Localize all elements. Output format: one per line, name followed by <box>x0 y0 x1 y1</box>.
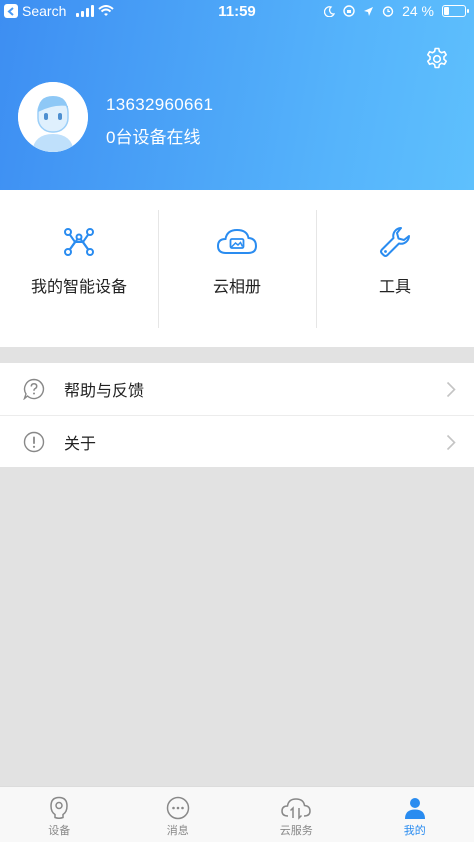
tool-label: 工具 <box>378 279 411 296</box>
tab-label: 设备 <box>48 825 71 837</box>
help-icon <box>23 378 45 400</box>
smart-device-icon <box>64 228 94 256</box>
settings-list: 帮助与反馈 关于 <box>0 363 474 467</box>
battery-icon <box>442 5 469 17</box>
tool-label: 我的智能设备 <box>30 279 127 296</box>
tab-mine[interactable]: 我的 <box>356 787 474 842</box>
tab-label: 云服务 <box>279 825 313 837</box>
user-icon <box>404 798 425 819</box>
info-icon <box>23 431 45 452</box>
tool-cloud-album[interactable]: 云相册 <box>158 190 316 347</box>
phone-number: 13632960661 <box>106 95 214 114</box>
cloud-service-icon <box>281 798 312 820</box>
moon-icon <box>324 5 336 17</box>
menu-item-help-feedback[interactable]: 帮助与反馈 <box>0 363 474 415</box>
avatar-face-icon <box>18 82 88 152</box>
bottom-tab-bar: 设备 消息 云服务 我的 <box>0 786 474 842</box>
menu-item-label: 关于 <box>64 435 97 453</box>
location-icon <box>364 6 374 16</box>
status-bar: Search 11:59 24 % <box>0 0 474 24</box>
battery-fill <box>444 7 449 15</box>
tab-cloud-service[interactable]: 云服务 <box>237 787 356 842</box>
settings-gear-icon[interactable] <box>425 47 449 71</box>
status-right: 24 % <box>324 3 469 19</box>
menu-item-label: 帮助与反馈 <box>64 383 145 400</box>
tool-label: 云相册 <box>212 279 261 296</box>
tools-grid: 我的智能设备 云相册 工具 <box>0 190 474 347</box>
menu-item-about[interactable]: 关于 <box>0 415 474 467</box>
battery-percent: 24 % <box>402 3 434 19</box>
tab-label: 消息 <box>166 825 189 837</box>
devices-online-count: 0台设备在线 <box>106 128 201 147</box>
avatar[interactable] <box>18 82 88 152</box>
tab-messages[interactable]: 消息 <box>119 787 238 842</box>
chevron-right-icon <box>446 381 456 398</box>
tab-devices[interactable]: 设备 <box>0 787 119 842</box>
rotation-lock-icon <box>343 5 355 17</box>
camera-icon <box>50 796 69 819</box>
tool-tools[interactable]: 工具 <box>316 190 474 347</box>
wrench-icon <box>380 227 410 257</box>
tab-label: 我的 <box>403 825 426 837</box>
alarm-icon <box>382 6 394 17</box>
chevron-right-icon <box>446 434 456 451</box>
cloud-album-icon <box>216 228 258 254</box>
message-icon <box>166 796 189 820</box>
profile-header: Search 11:59 24 % 13632960661 0台设备在线 <box>0 0 474 190</box>
tool-smart-devices[interactable]: 我的智能设备 <box>0 190 158 347</box>
